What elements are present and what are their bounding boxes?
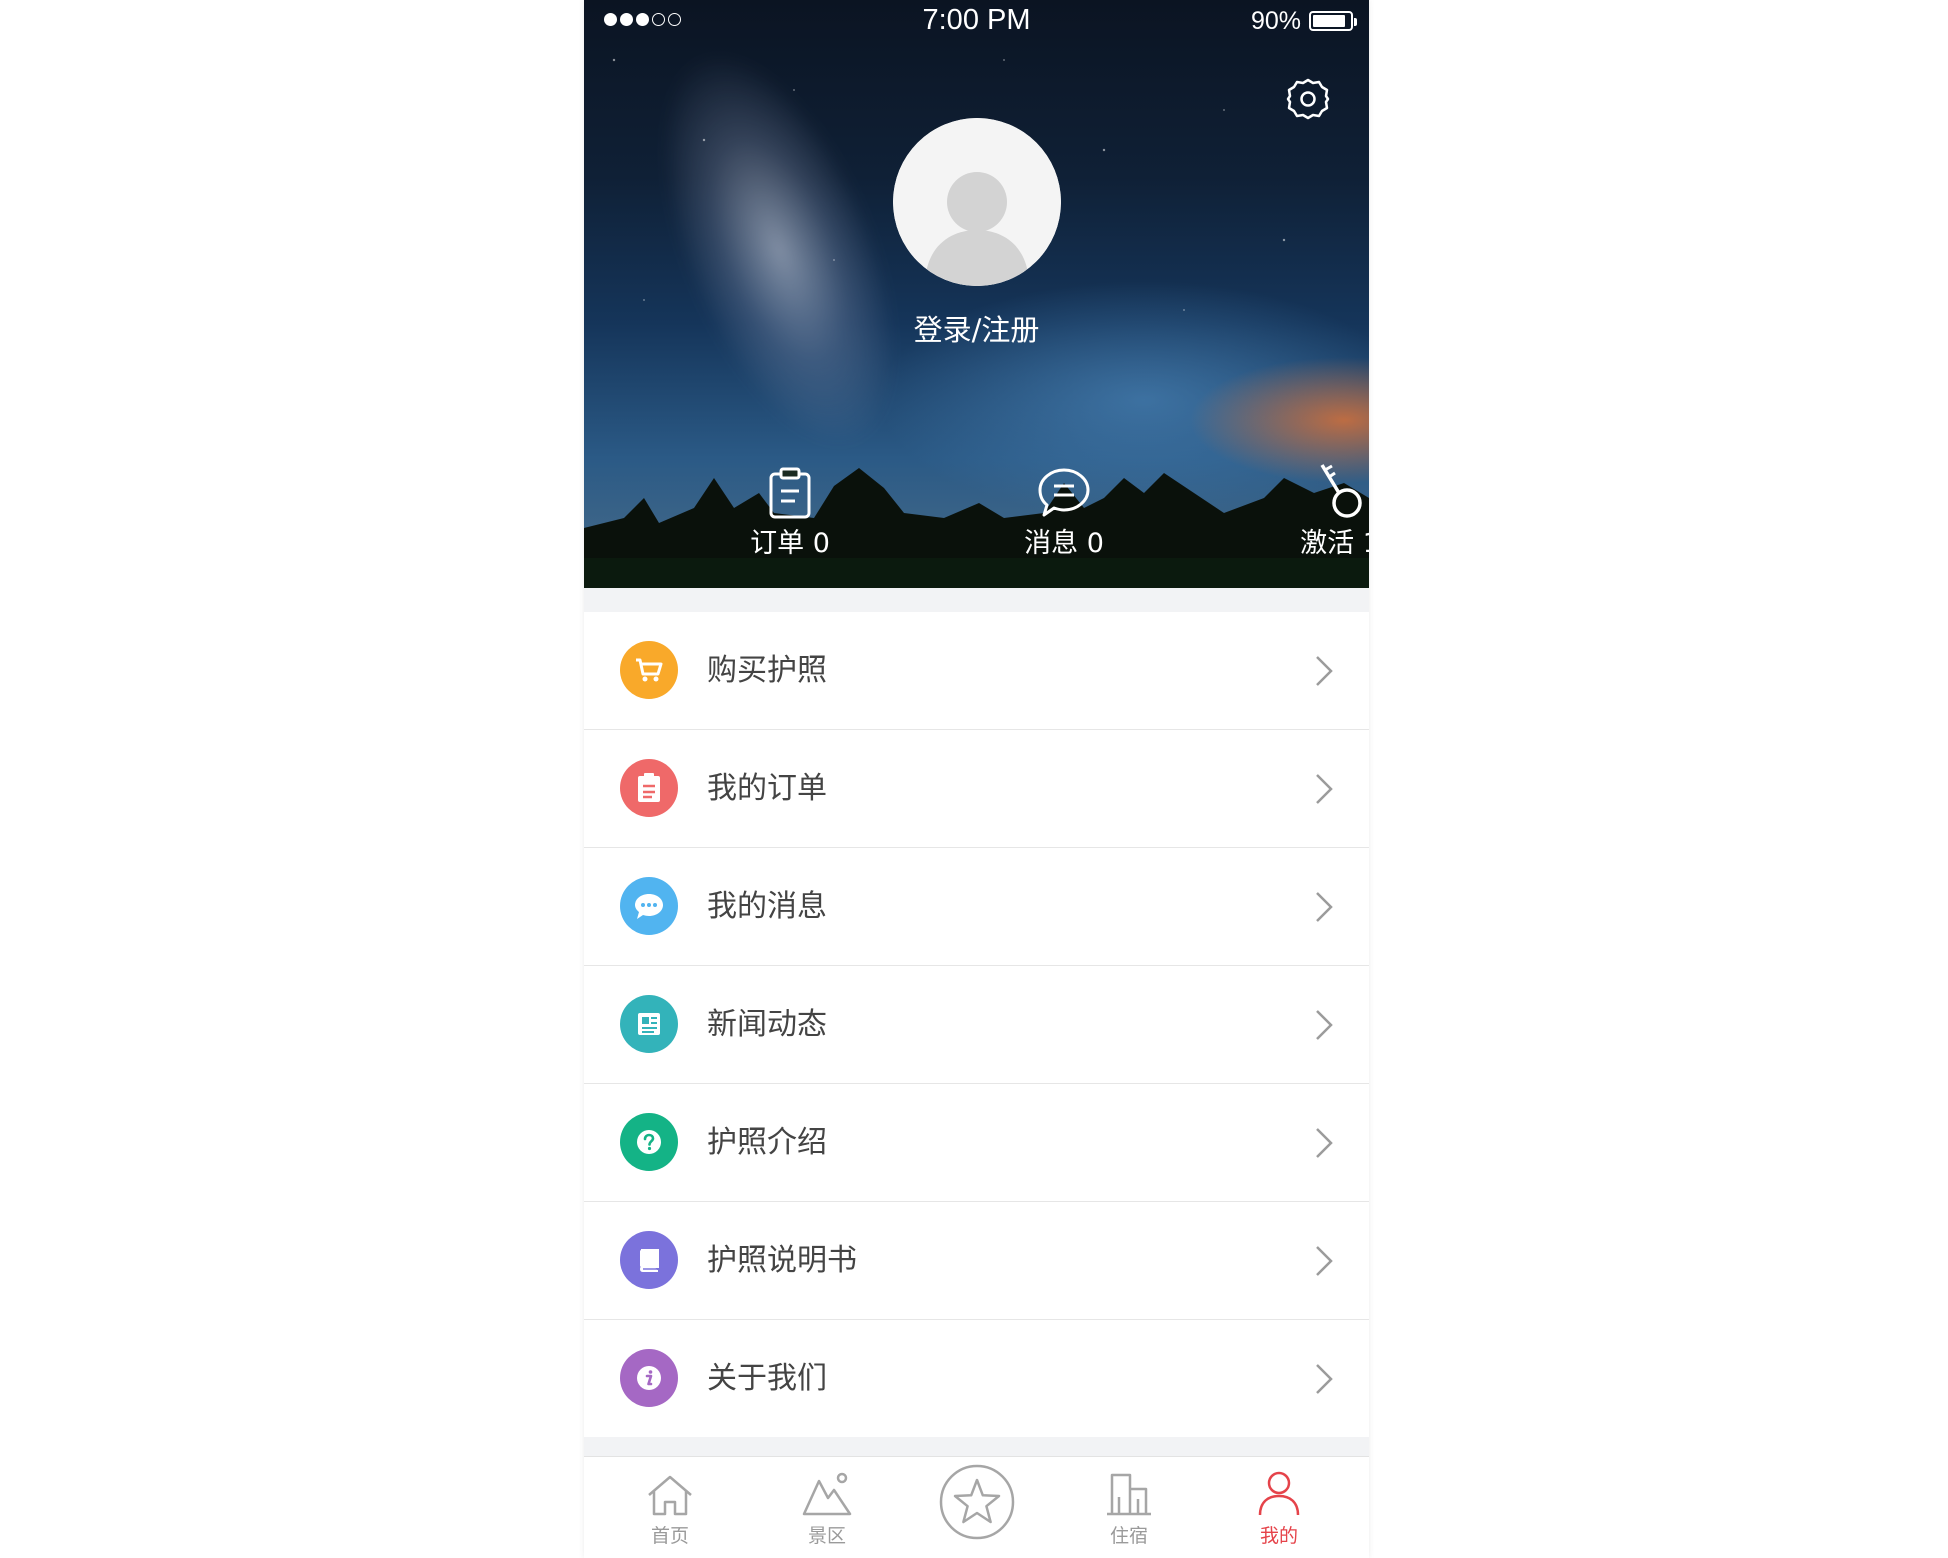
book-icon xyxy=(639,1249,659,1272)
menu-item-label: 关于我们 xyxy=(707,1361,827,1396)
status-bar: 7:00 PM 90% xyxy=(584,0,1369,42)
battery-percent: 90% xyxy=(1250,7,1301,35)
tab-mine[interactable]: 我的 xyxy=(1214,1457,1344,1558)
phone-screen: 7:00 PM 90% 登录/注册 订单 0 消息 0 激活 购买护照 我的订单… xyxy=(584,0,1369,1558)
news-icon xyxy=(638,1013,660,1035)
menu-icon-badge xyxy=(620,1113,678,1171)
menu-icon-badge xyxy=(620,759,678,817)
cart-icon xyxy=(636,658,663,682)
tab-label: 我的 xyxy=(1259,1525,1298,1547)
menu-item-my-orders[interactable]: 我的订单 xyxy=(584,730,1369,848)
tab-label: 景区 xyxy=(807,1525,846,1547)
battery-icon xyxy=(1309,11,1357,31)
stat-activations[interactable]: 激活 1 xyxy=(1240,455,1369,560)
menu-item-passport-manual[interactable]: 护照说明书 xyxy=(584,1202,1369,1320)
login-register-link[interactable]: 登录/注册 xyxy=(584,307,1369,349)
building-icon xyxy=(1107,1473,1151,1516)
menu-item-buy-passport[interactable]: 购买护照 xyxy=(584,612,1369,730)
chevron-right-icon xyxy=(1316,892,1333,922)
avatar[interactable] xyxy=(893,118,1061,286)
gear-icon xyxy=(1286,78,1330,120)
menu-item-label: 我的订单 xyxy=(707,771,827,806)
question-icon xyxy=(637,1130,661,1154)
menu-icon-badge xyxy=(620,1231,678,1289)
menu-item-label: 护照介绍 xyxy=(707,1125,827,1160)
menu-item-label: 我的消息 xyxy=(707,889,827,924)
tab-center-favorite[interactable] xyxy=(912,1457,1042,1558)
profile-header: 7:00 PM 90% 登录/注册 订单 0 消息 0 激活 xyxy=(584,0,1369,588)
mountain-icon xyxy=(802,1472,852,1516)
menu-item-about-us[interactable]: 关于我们 xyxy=(584,1320,1369,1437)
tab-home[interactable]: 首页 xyxy=(605,1457,735,1558)
order-icon xyxy=(638,773,660,802)
tab-scenic-area[interactable]: 景区 xyxy=(762,1457,892,1558)
menu-item-passport-intro[interactable]: 护照介绍 xyxy=(584,1084,1369,1202)
stat-orders-label: 订单 0 xyxy=(750,528,830,559)
menu-item-label: 购买护照 xyxy=(707,653,827,688)
star-icon xyxy=(939,1464,1015,1540)
menu-icon-badge xyxy=(620,641,678,699)
chevron-right-icon xyxy=(1316,1128,1333,1158)
chevron-right-icon xyxy=(1316,1010,1333,1040)
stat-messages[interactable]: 消息 0 xyxy=(964,455,1164,560)
menu-item-label: 护照说明书 xyxy=(707,1243,857,1278)
menu-icon-badge xyxy=(620,877,678,935)
battery-fill xyxy=(1313,15,1346,27)
menu-icon-badge xyxy=(620,995,678,1053)
home-icon xyxy=(648,1475,692,1516)
info-icon xyxy=(637,1366,661,1390)
chevron-right-icon xyxy=(1316,1364,1333,1394)
chat-bubble-icon xyxy=(1038,468,1090,517)
menu-icon-badge xyxy=(620,1349,678,1407)
settings-button[interactable] xyxy=(1284,75,1332,123)
chevron-right-icon xyxy=(1316,656,1333,686)
menu-item-my-messages[interactable]: 我的消息 xyxy=(584,848,1369,966)
stat-messages-label: 消息 0 xyxy=(1024,528,1104,559)
chevron-right-icon xyxy=(1316,774,1333,804)
stat-activations-label: 激活 1 xyxy=(1300,528,1369,559)
tab-label: 首页 xyxy=(650,1525,689,1547)
menu-item-label: 新闻动态 xyxy=(707,1007,827,1042)
tab-label: 住宿 xyxy=(1109,1525,1148,1547)
chevron-right-icon xyxy=(1316,1246,1333,1276)
stat-orders[interactable]: 订单 0 xyxy=(690,455,890,560)
person-icon xyxy=(1258,1471,1300,1516)
tab-bar: 首页 景区 住宿 我的 xyxy=(584,1456,1369,1558)
key-icon xyxy=(1320,464,1362,518)
menu-list: 购买护照 我的订单 我的消息 新闻动态 护照介绍 护照说明书 关于我们 xyxy=(584,612,1369,1437)
menu-item-news[interactable]: 新闻动态 xyxy=(584,966,1369,1084)
clipboard-icon xyxy=(769,467,811,519)
tab-accommodation[interactable]: 住宿 xyxy=(1064,1457,1194,1558)
default-avatar-icon xyxy=(893,118,1061,286)
message-icon xyxy=(635,894,663,919)
